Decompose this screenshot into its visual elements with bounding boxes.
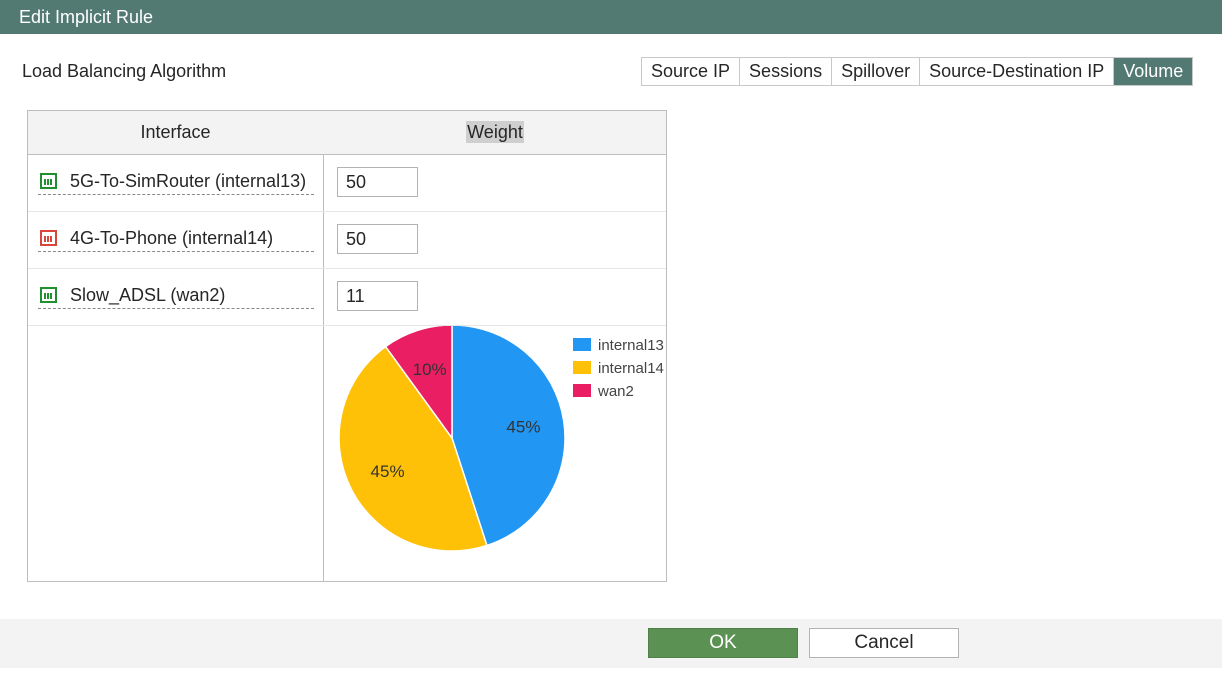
legend-swatch-internal14 bbox=[573, 361, 591, 374]
interface-column-header: Interface bbox=[140, 122, 211, 142]
algorithm-option-volume[interactable]: Volume bbox=[1114, 58, 1193, 85]
legend-label-internal14: internal14 bbox=[598, 360, 664, 377]
weight-input[interactable] bbox=[337, 167, 418, 197]
algorithm-option-source-ip[interactable]: Source IP bbox=[642, 58, 741, 85]
algorithm-label: Load Balancing Algorithm bbox=[22, 61, 227, 81]
dialog-title: Edit Implicit Rule bbox=[0, 0, 1222, 34]
interface-name: 5G-To-SimRouter (internal13) bbox=[70, 170, 307, 191]
cancel-button[interactable]: Cancel bbox=[809, 628, 959, 658]
table-header: Interface Weight bbox=[28, 111, 666, 155]
legend-swatch-wan2 bbox=[573, 384, 591, 397]
port-up-icon bbox=[40, 287, 57, 303]
algorithm-option-spillover[interactable]: Spillover bbox=[832, 58, 921, 85]
port-up-icon bbox=[40, 173, 57, 189]
pie-label-internal14: 45% bbox=[371, 462, 405, 481]
port-down-icon bbox=[40, 230, 57, 246]
algorithm-option-source-destination-ip[interactable]: Source-Destination IP bbox=[920, 58, 1115, 85]
interface-name: 4G-To-Phone (internal14) bbox=[70, 227, 274, 248]
interface-link[interactable]: 4G-To-Phone (internal14) bbox=[38, 225, 314, 252]
weight-pie-chart: 45% 45% 10% internal13 internal14 wan2 bbox=[338, 326, 664, 552]
algorithm-option-sessions[interactable]: Sessions bbox=[740, 58, 833, 85]
legend-swatch-internal13 bbox=[573, 338, 591, 351]
interface-link[interactable]: Slow_ADSL (wan2) bbox=[38, 282, 314, 309]
legend-label-internal13: internal13 bbox=[598, 337, 664, 354]
weight-column-header: Weight bbox=[324, 111, 666, 154]
weight-input[interactable] bbox=[337, 281, 418, 311]
pie-label-wan2: 10% bbox=[413, 360, 447, 379]
interface-link[interactable]: 5G-To-SimRouter (internal13) bbox=[38, 168, 314, 195]
algorithm-selector: Source IP Sessions Spillover Source-Dest… bbox=[641, 57, 1194, 86]
pie-label-internal13: 45% bbox=[506, 418, 540, 437]
weight-input[interactable] bbox=[337, 224, 418, 254]
interface-name: Slow_ADSL (wan2) bbox=[70, 284, 226, 305]
table-row: 5G-To-SimRouter (internal13) bbox=[28, 154, 666, 212]
dialog-footer: OK Cancel bbox=[0, 619, 1222, 668]
legend-label-wan2: wan2 bbox=[597, 383, 634, 400]
table-row: 4G-To-Phone (internal14) bbox=[28, 211, 666, 269]
weight-header-label: Weight bbox=[466, 121, 524, 143]
table-row: Slow_ADSL (wan2) bbox=[28, 268, 666, 326]
ok-button[interactable]: OK bbox=[648, 628, 798, 658]
weight-table: Interface Weight 5G-To-SimRouter (intern… bbox=[27, 110, 667, 582]
